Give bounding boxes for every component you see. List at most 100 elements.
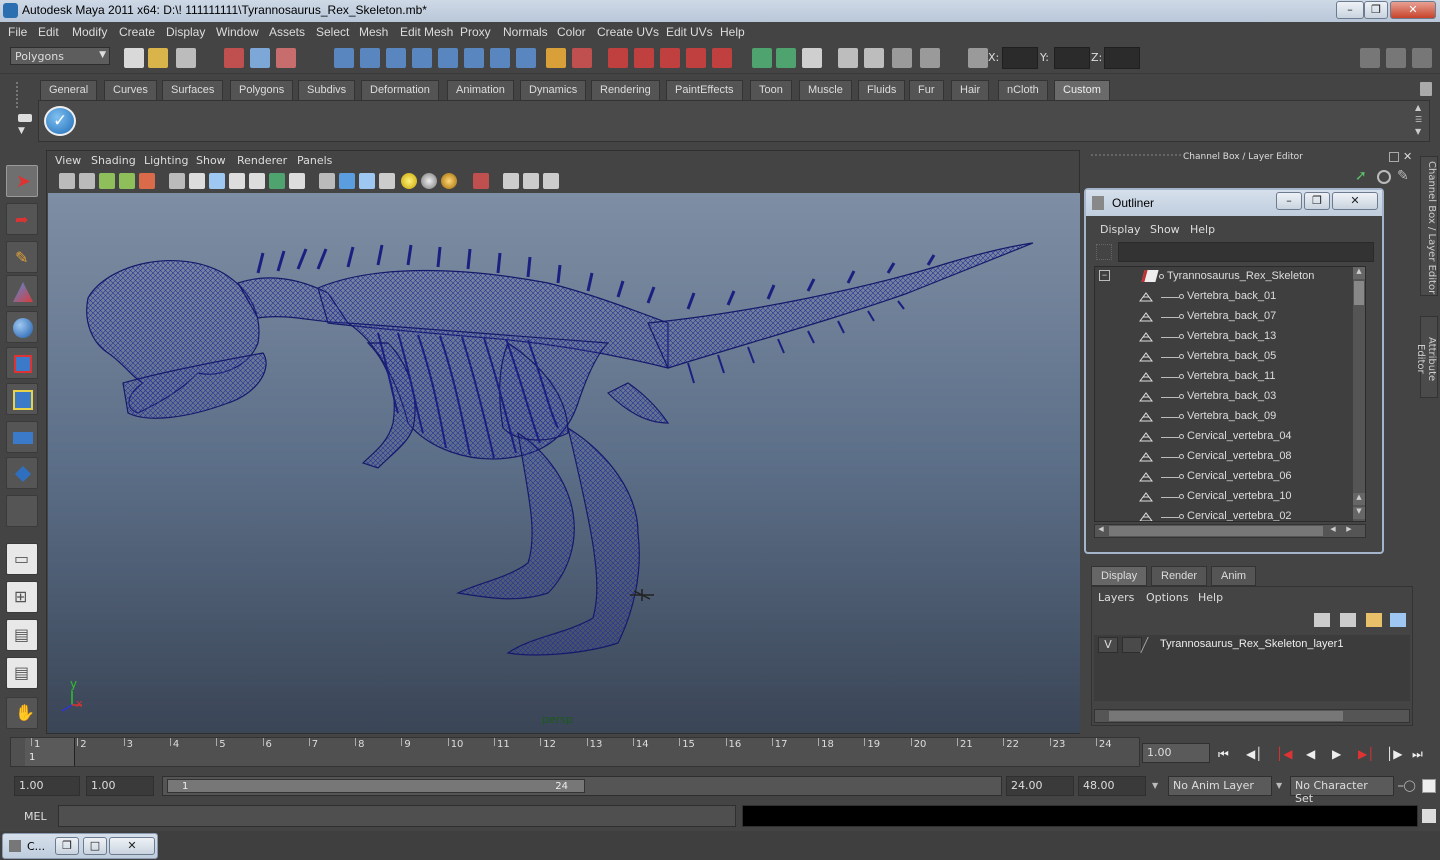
save-scene-icon[interactable] xyxy=(176,48,196,68)
tool-settings-icon[interactable] xyxy=(1412,48,1432,68)
menu-normals[interactable]: Normals xyxy=(503,25,548,39)
new-layer-selected-icon[interactable] xyxy=(1390,613,1406,627)
scroll-right-icon[interactable]: ▶ xyxy=(1343,525,1355,537)
start-time-field[interactable]: 1.00 xyxy=(14,776,80,796)
select-component-icon[interactable] xyxy=(276,48,296,68)
menu-proxy[interactable]: Proxy xyxy=(460,25,491,39)
magnet-icon[interactable] xyxy=(634,48,654,68)
menu-help[interactable]: Help xyxy=(720,25,745,39)
tab-curves[interactable]: Curves xyxy=(104,80,157,101)
scroll-left-end-icon[interactable]: ◀ xyxy=(1327,525,1339,537)
mel-label[interactable]: MEL xyxy=(24,810,47,823)
sphere-display-icon[interactable] xyxy=(1377,170,1391,184)
end-time-field[interactable]: 48.00 xyxy=(1078,776,1146,796)
snap-point-icon[interactable] xyxy=(386,48,406,68)
safe-title-icon[interactable] xyxy=(289,173,305,189)
anim-layer-chevron-icon[interactable]: ▼ xyxy=(1152,781,1158,790)
vp-menu-renderer[interactable]: Renderer xyxy=(237,154,287,167)
wireframe-on-shaded-icon[interactable] xyxy=(359,173,375,189)
time-slider[interactable]: 1 1 2 3 4 5 6 7 8 9 10 11 12 13 14 15 16 17 18 19 20 21 22 23 2… xyxy=(10,737,1140,767)
select-object-icon[interactable] xyxy=(250,48,270,68)
step-forward-key-icon[interactable]: │▶ xyxy=(1386,747,1402,761)
outliner-item[interactable]: Vertebra_back_11 xyxy=(1095,367,1365,387)
layer-scroll-thumb[interactable] xyxy=(1109,711,1343,721)
current-time-field[interactable]: 1.00 xyxy=(1142,743,1210,763)
x-field[interactable] xyxy=(1002,47,1038,69)
tab-custom[interactable]: Custom xyxy=(1054,80,1110,101)
tab-subdivs[interactable]: Subdivs xyxy=(298,80,356,101)
2d-pan-zoom-icon[interactable] xyxy=(139,173,155,189)
maximize-window-button[interactable]: □ xyxy=(83,837,107,855)
outliner-scroll-thumb[interactable] xyxy=(1354,281,1364,305)
menu-edit-uvs[interactable]: Edit UVs xyxy=(666,25,713,39)
trex-skeleton-wireframe[interactable] xyxy=(48,193,1080,733)
tab-toon[interactable]: Toon xyxy=(750,80,792,101)
outliner-item[interactable]: Cervical_vertebra_08 xyxy=(1095,447,1365,467)
playback-start-field[interactable]: 1.00 xyxy=(86,776,154,796)
menu-assets[interactable]: Assets xyxy=(269,25,305,39)
use-all-lights-icon[interactable] xyxy=(401,173,417,189)
step-back-frame-icon[interactable]: │◀ xyxy=(1276,747,1292,761)
default-light-icon[interactable] xyxy=(441,173,457,189)
vp-menu-view[interactable]: View xyxy=(55,154,81,167)
minimize-button[interactable]: – xyxy=(1336,1,1364,19)
menu-color[interactable]: Color xyxy=(557,25,586,39)
shadows-icon[interactable] xyxy=(421,173,437,189)
outliner-hscroll-thumb[interactable] xyxy=(1109,526,1323,536)
snap-plane-icon[interactable] xyxy=(412,48,432,68)
layer-template-toggle[interactable] xyxy=(1122,637,1142,653)
scroll-left-icon[interactable]: ◀ xyxy=(1095,525,1107,537)
command-input[interactable] xyxy=(58,805,736,827)
outliner-menu-display[interactable]: Display xyxy=(1100,223,1141,236)
vp-menu-shading[interactable]: Shading xyxy=(91,154,136,167)
tab-animation[interactable]: Animation xyxy=(447,80,514,101)
menu-file[interactable]: File xyxy=(8,25,27,39)
vp-menu-lighting[interactable]: Lighting xyxy=(144,154,188,167)
outliner-horizontal-scrollbar[interactable]: ◀ ◀ ▶ xyxy=(1094,524,1366,538)
tab-layer-render[interactable]: Render xyxy=(1151,566,1208,586)
wireframe-icon[interactable] xyxy=(319,173,335,189)
hypershade-layout[interactable]: ✋ xyxy=(6,697,38,729)
layer-menu-help[interactable]: Help xyxy=(1198,591,1223,604)
tab-hair[interactable]: Hair xyxy=(951,80,990,101)
outliner-item[interactable]: Vertebra_back_05 xyxy=(1095,347,1365,367)
play-backward-icon[interactable]: ◀ xyxy=(1306,747,1315,761)
float-panel-icon[interactable] xyxy=(1389,152,1399,162)
menu-create-uvs[interactable]: Create UVs xyxy=(597,25,659,39)
four-view-layout[interactable]: ⊞ xyxy=(6,581,38,613)
select-hierarchy-icon[interactable] xyxy=(224,48,244,68)
anim-layer-dropdown[interactable]: No Anim Layer xyxy=(1168,776,1272,796)
layer-name[interactable]: Tyrannosaurus_Rex_Skeleton_layer1 xyxy=(1160,638,1343,650)
scroll-up-icon[interactable]: ▲ xyxy=(1353,267,1365,279)
viewport-canvas[interactable]: y x persp xyxy=(48,193,1080,733)
menu-mesh[interactable]: Mesh xyxy=(359,25,388,39)
tab-fluids[interactable]: Fluids xyxy=(858,80,906,101)
snap-live-icon[interactable] xyxy=(464,48,484,68)
lasso-tool[interactable]: ➦ xyxy=(6,203,38,235)
tab-ncloth[interactable]: nCloth xyxy=(998,80,1048,101)
tab-rendering[interactable]: Rendering xyxy=(591,80,660,101)
universal-manipulator[interactable] xyxy=(6,383,38,415)
menu-select[interactable]: Select xyxy=(316,25,349,39)
shelf-menu-icon[interactable]: ☰ xyxy=(1415,115,1422,124)
range-slider-handle[interactable]: 1 24 xyxy=(167,779,585,793)
step-back-key-icon[interactable]: ◀│ xyxy=(1246,747,1262,761)
camera-attributes-icon[interactable] xyxy=(79,173,95,189)
selection-highlight-icon[interactable] xyxy=(572,48,592,68)
close-panel-icon[interactable]: ✕ xyxy=(1403,150,1412,163)
scroll-down-icon[interactable]: ▼ xyxy=(1353,507,1365,519)
script-editor-icon[interactable] xyxy=(1422,809,1436,823)
show-manipulator-tool[interactable] xyxy=(6,457,38,489)
render-view-icon[interactable] xyxy=(752,48,772,68)
help-query-icon[interactable] xyxy=(516,48,536,68)
outliner-menu-help[interactable]: Help xyxy=(1190,223,1215,236)
outliner-minimize-button[interactable]: – xyxy=(1276,192,1302,210)
pencil-icon[interactable]: ✎ xyxy=(1397,168,1409,184)
menu-edit[interactable]: Edit xyxy=(38,25,59,39)
character-set-chevron-icon[interactable]: ▼ xyxy=(1276,781,1282,790)
outliner-item[interactable]: Vertebra_back_01 xyxy=(1095,287,1365,307)
menu-display[interactable]: Display xyxy=(166,25,205,39)
outliner-root-item[interactable]: − Tyrannosaurus_Rex_Skeleton xyxy=(1095,267,1365,287)
layer-menu-layers[interactable]: Layers xyxy=(1098,591,1134,604)
soft-modify-tool[interactable] xyxy=(6,421,38,453)
